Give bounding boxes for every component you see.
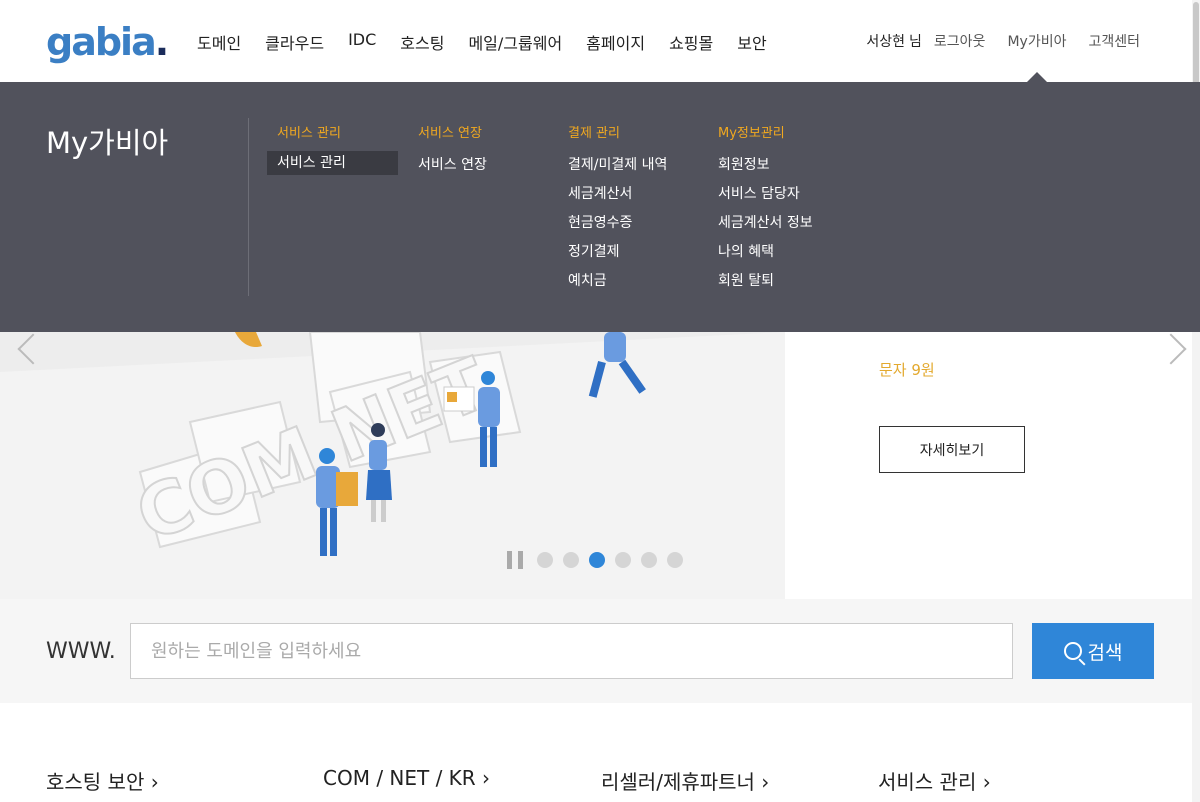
header: gabia. 도메인 클라우드 IDC 호스팅 메일/그룹웨어 홈페이지 쇼핑몰… — [0, 0, 1192, 82]
menu-col-payment: 결제 관리 결제/미결제 내역 세금계산서 현금영수증 정기결제 예치금 — [568, 122, 667, 300]
banner-pager — [507, 551, 693, 569]
mygabia-link[interactable]: My가비아 — [1007, 31, 1066, 51]
search-button-label: 검색 — [1087, 641, 1123, 664]
user-suffix: 님 — [909, 34, 922, 50]
pager-dot[interactable] — [615, 552, 631, 568]
logout-link[interactable]: 로그아웃 — [934, 31, 986, 51]
menu-item-service-renew[interactable]: 서비스 연장 — [418, 155, 487, 184]
pager-dot[interactable] — [537, 552, 553, 568]
menu-item-deposit[interactable]: 예치금 — [568, 271, 667, 300]
quick-link-hosting-security[interactable]: 호스팅 보안 › — [46, 766, 159, 795]
quick-links: 호스팅 보안 › COM / NET / KR › 리셀러/제휴파트너 › 서비… — [0, 766, 1192, 802]
menu-col-head[interactable]: 결제 관리 — [568, 122, 667, 141]
pager-dot[interactable] — [563, 552, 579, 568]
mega-menu-title: My가비아 — [46, 126, 169, 160]
menu-item-withdraw[interactable]: 회원 탈퇴 — [718, 271, 813, 300]
gnb-item-shoppingmall[interactable]: 쇼핑몰 — [669, 30, 713, 54]
gabia-logo[interactable]: gabia. — [46, 20, 169, 64]
menu-col-myinfo: My정보관리 회원정보 서비스 담당자 세금계산서 정보 나의 혜택 회원 탈퇴 — [718, 122, 813, 300]
menu-col-head[interactable]: 서비스 연장 — [418, 122, 487, 141]
menu-item-service-manage[interactable]: 서비스 관리 — [267, 151, 398, 175]
quick-link-service-manage[interactable]: 서비스 관리 › — [878, 766, 991, 795]
pause-icon[interactable] — [507, 551, 523, 569]
gnb-item-mail-groupware[interactable]: 메일/그룹웨어 — [468, 30, 562, 54]
gnb-item-homepage[interactable]: 홈페이지 — [586, 30, 645, 54]
menu-item-tax-invoice[interactable]: 세금계산서 — [568, 184, 667, 213]
menu-col-service: 서비스 관리 서비스 관리 — [267, 122, 398, 175]
menu-item-tax-invoice-info[interactable]: 세금계산서 정보 — [718, 213, 813, 242]
quick-link-reseller-partner[interactable]: 리셀러/제휴파트너 › — [601, 766, 769, 795]
mygabia-mega-menu: My가비아 서비스 관리 서비스 관리 서비스 연장 서비스 연장 결제 관리 … — [0, 82, 1200, 332]
gnb-item-idc[interactable]: IDC — [348, 30, 376, 54]
banner-next-arrow-icon[interactable] — [1155, 333, 1187, 365]
pager-dot-active[interactable] — [589, 552, 605, 568]
menu-item-service-contact[interactable]: 서비스 담당자 — [718, 184, 813, 213]
utility-nav: 서상현 님 로그아웃 My가비아 고객센터 — [866, 31, 1140, 51]
domain-search-input[interactable] — [130, 623, 1013, 679]
menu-item-payment-history[interactable]: 결제/미결제 내역 — [568, 155, 667, 184]
menu-caret — [1027, 72, 1047, 82]
gnb-item-cloud[interactable]: 클라우드 — [265, 30, 324, 54]
menu-col-head[interactable]: My정보관리 — [718, 122, 813, 141]
mega-menu-divider — [248, 118, 249, 296]
global-nav: 도메인 클라우드 IDC 호스팅 메일/그룹웨어 홈페이지 쇼핑몰 보안 — [197, 30, 791, 54]
menu-item-recurring-payment[interactable]: 정기결제 — [568, 242, 667, 271]
user-name: 서상현 — [866, 34, 906, 50]
menu-col-renew: 서비스 연장 서비스 연장 — [418, 122, 487, 184]
pager-dot[interactable] — [641, 552, 657, 568]
support-link[interactable]: 고객센터 — [1088, 31, 1140, 51]
menu-item-my-benefits[interactable]: 나의 혜택 — [718, 242, 813, 271]
main-banner: COM NET 문자 9원 자세히보기 — [0, 332, 1192, 599]
search-button[interactable]: 검색 — [1032, 623, 1154, 679]
pager-dot[interactable] — [667, 552, 683, 568]
menu-item-member-info[interactable]: 회원정보 — [718, 155, 813, 184]
gnb-item-hosting[interactable]: 호스팅 — [400, 30, 444, 54]
gnb-item-security[interactable]: 보안 — [737, 30, 766, 54]
banner-price-text: 문자 9원 — [879, 361, 935, 379]
menu-col-head[interactable]: 서비스 관리 — [277, 122, 398, 141]
domain-search-bar: WWW. 검색 — [0, 599, 1192, 703]
search-icon — [1063, 642, 1082, 660]
quick-link-com-net-kr[interactable]: COM / NET / KR › — [323, 766, 490, 790]
www-prefix: WWW. — [46, 639, 116, 664]
banner-illustration: COM NET — [0, 332, 785, 599]
gnb-item-domain[interactable]: 도메인 — [197, 30, 241, 54]
menu-item-cash-receipt[interactable]: 현금영수증 — [568, 213, 667, 242]
detail-button[interactable]: 자세히보기 — [879, 426, 1025, 473]
